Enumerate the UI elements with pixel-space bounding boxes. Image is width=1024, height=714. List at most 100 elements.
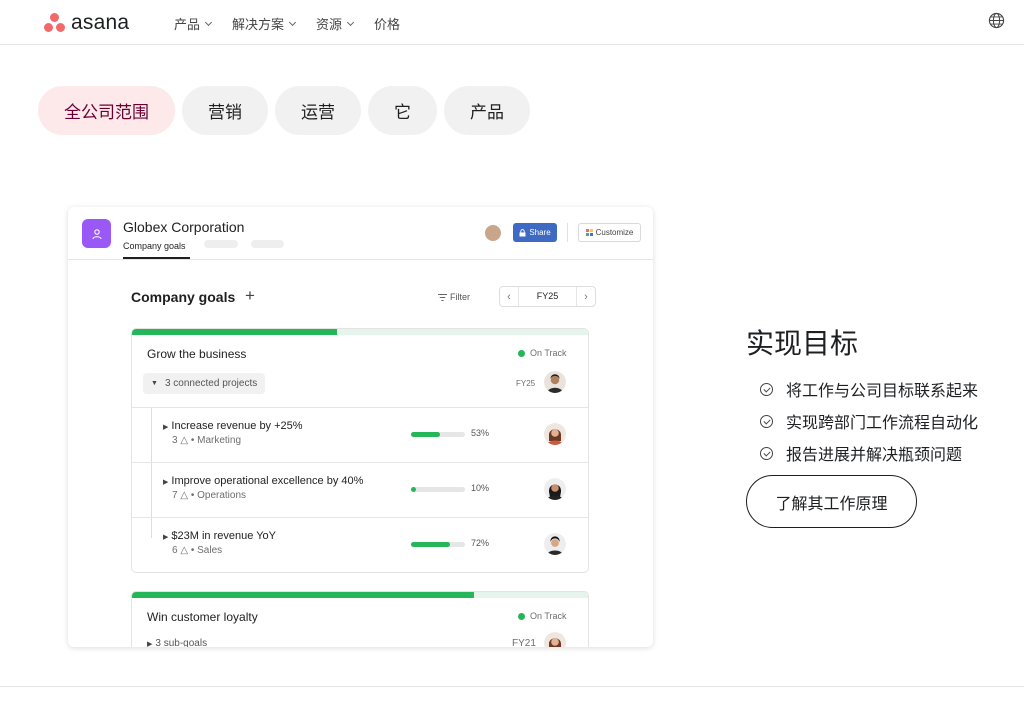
- asana-logo[interactable]: asana: [44, 11, 129, 35]
- goal-name: Win customer loyalty: [147, 610, 258, 624]
- check-circle-icon: [760, 446, 773, 460]
- customize-icon: [585, 229, 593, 236]
- filter-label: Filter: [450, 292, 470, 302]
- caret-down-icon: ▼: [151, 380, 158, 387]
- feature-item: 报告进展并解决瓶颈问题: [760, 437, 978, 469]
- subgoal-title: ▶ $23M in revenue YoY: [163, 530, 276, 542]
- subgoal-meta: 7 △ • Operations: [172, 490, 247, 501]
- check-circle-icon: [760, 414, 773, 428]
- nav-item-label: 价格: [374, 17, 401, 32]
- goal-period: FY21: [512, 638, 536, 647]
- placeholder-tab: [204, 240, 238, 248]
- section-divider: [0, 686, 1024, 687]
- caret-right-icon: ▶: [163, 424, 169, 431]
- customize-button[interactable]: Customize: [578, 223, 641, 242]
- customize-label: Customize: [595, 228, 634, 237]
- feature-item-text: 将工作与公司目标联系起来: [786, 383, 979, 400]
- tab-it[interactable]: 它: [368, 86, 437, 135]
- chevron-left-icon[interactable]: ‹: [500, 291, 518, 303]
- subgoal-count: 6: [172, 545, 178, 556]
- goal-icon: △: [180, 490, 189, 501]
- feature-item: 将工作与公司目标联系起来: [760, 373, 978, 405]
- nav-item-label: 解决方案: [232, 17, 285, 32]
- status-dot-icon: [518, 612, 525, 620]
- connected-projects-toggle[interactable]: ▼ 3 connected projects: [143, 373, 266, 394]
- section-title: Company goals: [131, 289, 236, 305]
- goal-icon: △: [180, 435, 189, 446]
- goals-product-screenshot: Globex Corporation Company goals Share C…: [68, 207, 653, 647]
- learn-how-it-works-button[interactable]: 了解其工作原理: [746, 475, 917, 528]
- goal-card[interactable]: Grow the business On Track ▼ 3 connected …: [131, 328, 589, 573]
- goal-card[interactable]: Win customer loyalty On Track ▶ 3 sub-goa…: [131, 591, 589, 647]
- subgoal-progress-fill: [411, 432, 440, 437]
- nav-item-label: 资源: [316, 17, 343, 32]
- check-circle-icon: [760, 382, 773, 396]
- connected-projects-label: 3 connected projects: [164, 378, 258, 389]
- avatar: [544, 632, 566, 647]
- caret-right-icon: ▶: [163, 479, 169, 486]
- subgoal-count: 7: [172, 490, 178, 501]
- feature-item-text: 实现跨部门工作流程自动化: [786, 415, 979, 432]
- subgoal-team: Sales: [197, 545, 223, 556]
- chevron-down-icon: [288, 18, 297, 26]
- add-goal-icon[interactable]: +: [245, 286, 255, 306]
- share-button[interactable]: Share: [513, 223, 557, 242]
- org-icon: [82, 219, 111, 248]
- subgoal-title-text: Improve operational excellence by 40%: [171, 475, 364, 487]
- lock-icon: [519, 228, 526, 236]
- period-picker: ‹ FY25 ›: [499, 286, 596, 307]
- subgoal-team: Operations: [197, 490, 247, 501]
- tab-company-wide[interactable]: 全公司范围: [38, 86, 175, 135]
- chevron-down-icon: [347, 18, 355, 26]
- filter-icon: [438, 293, 447, 301]
- placeholder-tab: [251, 240, 284, 248]
- subgoal-row[interactable]: ▶ Improve operational excellence by 40% 7…: [132, 462, 588, 517]
- nav-item-label: 产品: [174, 17, 201, 32]
- avatar: [544, 371, 566, 393]
- chevron-right-icon[interactable]: ›: [577, 291, 595, 303]
- avatar: [544, 423, 566, 445]
- category-tabs: 全公司范围 营销 运营 它 产品: [38, 86, 530, 135]
- subgoal-progress-fill: [411, 542, 450, 547]
- avatar: [544, 478, 566, 500]
- nav-item-resources[interactable]: 资源: [316, 14, 355, 33]
- feature-item-text: 报告进展并解决瓶颈问题: [786, 447, 963, 464]
- subgoal-title: ▶ Improve operational excellence by 40%: [163, 475, 363, 487]
- tab-company-goals[interactable]: Company goals: [123, 241, 186, 251]
- nav-item-solutions[interactable]: 解决方案: [232, 14, 297, 33]
- subgoal-progress-bar: [411, 432, 465, 437]
- status-dot-icon: [518, 349, 525, 357]
- card-header: Globex Corporation Company goals Share C…: [68, 207, 653, 260]
- org-name: Globex Corporation: [123, 219, 245, 235]
- globe-icon[interactable]: [988, 12, 1005, 29]
- asana-logo-icon: [44, 13, 66, 33]
- subgoals-label: 3 sub-goals: [155, 638, 208, 647]
- goal-period: FY25: [516, 379, 536, 388]
- goal-icon: △: [180, 545, 189, 556]
- tab-operations[interactable]: 运营: [275, 86, 361, 135]
- filter-button[interactable]: Filter: [438, 292, 470, 302]
- subgoal-meta: 3 △ • Marketing: [172, 435, 242, 446]
- subgoals-toggle[interactable]: ▶ 3 sub-goals: [147, 638, 207, 647]
- nav-item-pricing[interactable]: 价格: [374, 14, 400, 33]
- goal-progress-bar: [132, 592, 588, 598]
- feature-item: 实现跨部门工作流程自动化: [760, 405, 978, 437]
- status-badge: On Track: [518, 611, 567, 621]
- subgoal-progress-bar: [411, 487, 465, 492]
- tab-product[interactable]: 产品: [444, 86, 530, 135]
- subgoal-title-text: Increase revenue by +25%: [171, 420, 303, 432]
- goal-progress-bar: [132, 329, 588, 335]
- nav-item-products[interactable]: 产品: [174, 14, 213, 33]
- tab-marketing[interactable]: 营销: [182, 86, 268, 135]
- subgoal-row[interactable]: ▶ Increase revenue by +25% 3 △ • Marketin…: [132, 407, 588, 462]
- active-tab-indicator: [123, 257, 190, 259]
- subgoal-title: ▶ Increase revenue by +25%: [163, 420, 303, 432]
- people-icon: [91, 228, 102, 239]
- subgoal-meta: 6 △ • Sales: [172, 545, 223, 556]
- goal-name: Grow the business: [147, 347, 247, 361]
- status-text: On Track: [530, 348, 567, 358]
- subgoal-progress-fill: [411, 487, 417, 492]
- subgoal-progress-percent: 53%: [471, 428, 490, 438]
- subgoal-title-text: $23M in revenue YoY: [171, 530, 276, 542]
- subgoal-row[interactable]: ▶ $23M in revenue YoY 6 △ • Sales 72%: [132, 517, 588, 572]
